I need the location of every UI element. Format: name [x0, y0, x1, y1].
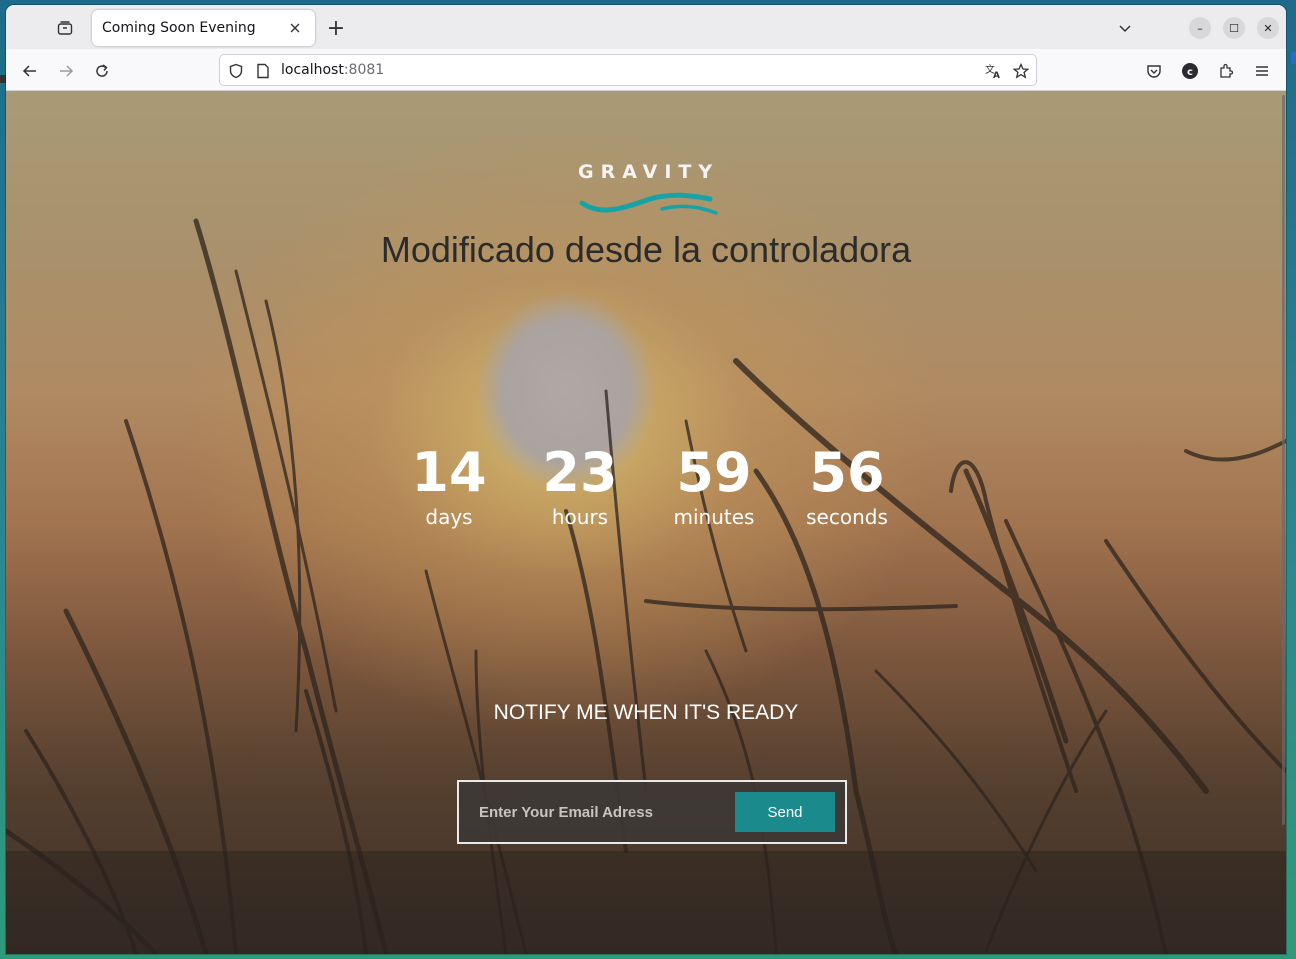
send-button[interactable]: Send: [735, 792, 835, 832]
page-icon: [252, 60, 274, 82]
desktop-edge: [1291, 52, 1296, 64]
tab-strip: Coming Soon Evening + – ☐ ✕: [6, 5, 1286, 49]
countdown-days: 14 days: [389, 441, 509, 529]
countdown-minutes: 59 minutes: [654, 441, 774, 529]
back-arrow-icon[interactable]: [17, 58, 43, 84]
countdown-seconds-value: 56: [809, 441, 885, 504]
countdown-minutes-value: 59: [676, 441, 752, 504]
account-avatar-icon[interactable]: c: [1177, 58, 1203, 84]
page-headline: Modificado desde la controladora: [380, 229, 912, 270]
new-tab-button[interactable]: +: [324, 16, 348, 41]
countdown-timer: 14 days 23 hours 59 minutes 56 seconds: [406, 441, 896, 541]
browser-window: Coming Soon Evening + – ☐ ✕ localhost:80…: [6, 5, 1286, 954]
bookmark-star-icon[interactable]: [1010, 60, 1032, 82]
tab-manager-icon[interactable]: [52, 15, 78, 41]
shield-icon[interactable]: [225, 60, 247, 82]
navigation-toolbar: localhost:8081 文A c: [6, 49, 1286, 91]
countdown-hours-label: hours: [551, 505, 609, 529]
menu-hamburger-icon[interactable]: [1249, 58, 1275, 84]
maximize-button[interactable]: ☐: [1223, 17, 1245, 39]
extensions-icon[interactable]: [1213, 58, 1239, 84]
reload-icon[interactable]: [89, 58, 115, 84]
email-input[interactable]: [469, 792, 729, 832]
url-host: localhost: [281, 62, 344, 78]
svg-text:c: c: [1187, 67, 1193, 78]
countdown-days-label: days: [425, 505, 473, 529]
countdown-minutes-label: minutes: [673, 505, 755, 529]
countdown-days-value: 14: [411, 441, 487, 504]
translate-icon[interactable]: 文A: [982, 60, 1004, 82]
gravity-logo: GRAVITY: [578, 161, 718, 217]
svg-text:A: A: [993, 71, 1000, 80]
tab-active[interactable]: Coming Soon Evening: [92, 10, 315, 46]
countdown-seconds-label: seconds: [806, 505, 888, 529]
notify-title: NOTIFY ME WHEN IT'S READY: [493, 701, 799, 724]
url-bar[interactable]: localhost:8081 文A: [219, 54, 1037, 86]
countdown-hours-value: 23: [542, 441, 618, 504]
subscribe-form: Send: [457, 780, 847, 844]
coming-soon-page: GRAVITY Modificado desde la controladora…: [6, 91, 1286, 954]
countdown-hours: 23 hours: [520, 441, 640, 529]
countdown-seconds: 56 seconds: [787, 441, 907, 529]
minimize-button[interactable]: –: [1189, 17, 1211, 39]
chevron-down-icon[interactable]: [1114, 17, 1136, 39]
url-text: localhost:8081: [281, 62, 384, 78]
forward-arrow-icon[interactable]: [53, 58, 79, 84]
url-port: :8081: [343, 62, 385, 78]
logo-wave-icon: [579, 192, 718, 215]
tab-close-icon[interactable]: [285, 18, 305, 38]
tab-title: Coming Soon Evening: [102, 20, 256, 36]
close-window-button[interactable]: ✕: [1257, 17, 1279, 39]
pocket-icon[interactable]: [1141, 58, 1167, 84]
